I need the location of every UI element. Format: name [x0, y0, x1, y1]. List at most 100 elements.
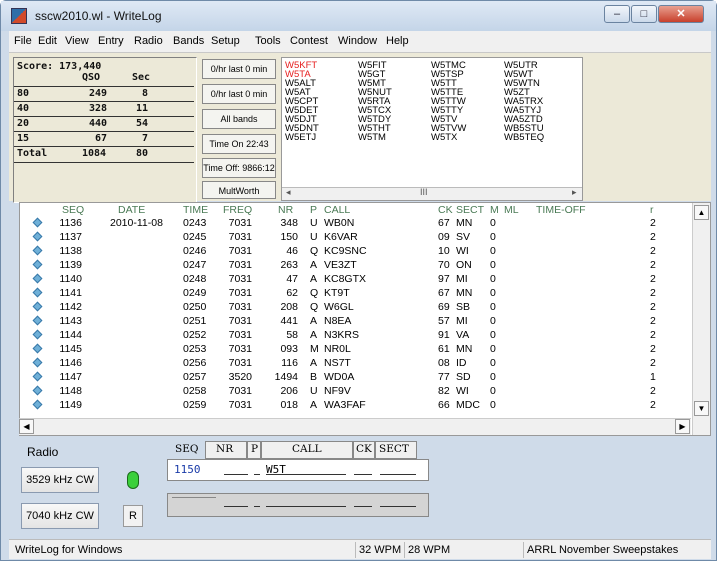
- log-cell: 7031: [228, 287, 252, 299]
- log-cell: 0: [490, 385, 496, 397]
- log-row[interactable]: 1138 0246 7031 46 Q KC9SNC 10 WI 0 2: [20, 245, 692, 257]
- log-row[interactable]: 1136 2010-11-08 0243 7031 348 U WB0N 67 MN 0 2: [20, 217, 692, 229]
- log-row[interactable]: 1139 0247 7031 263 A VE3ZT 70 ON 0 2: [20, 259, 692, 271]
- time-on-button[interactable]: Time On 22:43: [202, 134, 276, 154]
- log-vertical-scrollbar[interactable]: ▲ ▼: [692, 203, 710, 435]
- scroll-right-icon[interactable]: ▶: [675, 419, 690, 434]
- log-row[interactable]: 1145 0253 7031 093 M NR0L 61 MN 0 2: [20, 343, 692, 355]
- menu-contest[interactable]: Contest: [290, 35, 328, 47]
- col-header-sect[interactable]: SECT: [456, 204, 484, 216]
- rate-button-2[interactable]: 0/hr last 0 min: [202, 84, 276, 104]
- menu-edit[interactable]: Edit: [38, 35, 57, 47]
- log-cell: 09: [438, 231, 450, 243]
- log-row[interactable]: 1140 0248 7031 47 A KC8GTX 97 MI 0 2: [20, 273, 692, 285]
- log-cell: 093: [280, 343, 298, 355]
- sect2-field[interactable]: [380, 506, 416, 507]
- scroll-thumb-grip-icon[interactable]: III: [420, 188, 428, 197]
- multworth-button[interactable]: MultWorth: [202, 181, 276, 199]
- log-cell: ID: [456, 357, 467, 369]
- log-row[interactable]: 1147 0257 3520 1494 B WD0A 77 SD 0 1: [20, 371, 692, 383]
- minimize-button[interactable]: –: [604, 5, 630, 23]
- log-cell: U: [310, 231, 318, 243]
- col-header-r[interactable]: r: [650, 204, 654, 216]
- col-header-time[interactable]: TIME: [183, 204, 208, 216]
- menu-help[interactable]: Help: [386, 35, 409, 47]
- log-cell: 441: [280, 315, 298, 327]
- log-row[interactable]: 1146 0256 7031 116 A NS7T 08 ID 0 2: [20, 357, 692, 369]
- col-header-date[interactable]: DATE: [118, 204, 145, 216]
- log-cell: N8EA: [324, 315, 352, 327]
- scroll-left-icon[interactable]: ◂: [286, 188, 291, 197]
- sect-field[interactable]: [380, 474, 416, 475]
- radio2-frequency-button[interactable]: 7040 kHz CW: [21, 503, 99, 529]
- callsign-item[interactable]: W5TX: [431, 133, 503, 143]
- menu-tools[interactable]: Tools: [255, 35, 281, 47]
- col-header-nr[interactable]: NR: [278, 204, 293, 216]
- app-window: sscw2010.wl - WriteLog – □ ✕ File Edit V…: [0, 0, 717, 561]
- ck2-field[interactable]: [354, 506, 372, 507]
- nr2-field[interactable]: [224, 506, 248, 507]
- callsign-item[interactable]: W5ETJ: [285, 133, 357, 143]
- col-header-ml[interactable]: ML: [504, 204, 519, 216]
- menu-setup[interactable]: Setup: [211, 35, 240, 47]
- menu-file[interactable]: File: [14, 35, 32, 47]
- log-cell: WI: [456, 385, 469, 397]
- radio-active-indicator-icon: [127, 471, 139, 489]
- menu-view[interactable]: View: [65, 35, 89, 47]
- scroll-right-icon[interactable]: ▸: [572, 188, 577, 197]
- callsign-horizontal-scrollbar[interactable]: ◂ III ▸: [282, 187, 582, 200]
- log-cell: 7031: [228, 315, 252, 327]
- seq2-field[interactable]: [172, 497, 216, 509]
- log-row[interactable]: 1142 0250 7031 208 Q W6GL 69 SB 0 2: [20, 301, 692, 313]
- log-horizontal-scrollbar[interactable]: ◀ ▶: [19, 418, 691, 435]
- col-header-ck[interactable]: CK: [438, 204, 453, 216]
- log-cell: WB0N: [324, 217, 355, 229]
- scroll-left-icon[interactable]: ◀: [19, 419, 34, 434]
- col-header-m[interactable]: M: [490, 204, 499, 216]
- col-header-seq[interactable]: SEQ: [62, 204, 84, 216]
- log-row[interactable]: 1148 0258 7031 206 U NF9V 82 WI 0 2: [20, 385, 692, 397]
- log-cell: 208: [280, 301, 298, 313]
- menu-entry[interactable]: Entry: [98, 35, 124, 47]
- menu-radio[interactable]: Radio: [134, 35, 163, 47]
- radio-r-indicator[interactable]: R: [123, 505, 143, 527]
- nr-field[interactable]: [224, 474, 248, 475]
- scroll-down-icon[interactable]: ▼: [694, 401, 709, 416]
- col-header-time-off[interactable]: TIME-OFF: [536, 204, 586, 216]
- rate-button-1[interactable]: 0/hr last 0 min: [202, 59, 276, 79]
- log-row[interactable]: 1137 0245 7031 150 U K6VAR 09 SV 0 2: [20, 231, 692, 243]
- time-off-button[interactable]: Time Off: 9866:12: [202, 158, 276, 178]
- p2-field[interactable]: [254, 506, 260, 507]
- log-cell: 0248: [183, 273, 207, 285]
- close-button[interactable]: ✕: [658, 5, 704, 23]
- col-header-freq[interactable]: FREQ: [223, 204, 252, 216]
- log-row[interactable]: 1149 0259 7031 018 A WA3FAF 66 MDC 0 2: [20, 399, 692, 411]
- entry-fields-row-2: [167, 493, 429, 517]
- scroll-up-icon[interactable]: ▲: [694, 205, 709, 220]
- log-cell: 0: [490, 231, 496, 243]
- call2-field[interactable]: [266, 506, 346, 507]
- col-header-call[interactable]: CALL: [324, 204, 350, 216]
- callsign-item[interactable]: W5TM: [358, 133, 430, 143]
- p-field[interactable]: [254, 474, 260, 475]
- ck-field[interactable]: [354, 474, 372, 475]
- log-row[interactable]: 1143 0251 7031 441 A N8EA 57 MI 0 2: [20, 315, 692, 327]
- window-title: sscw2010.wl - WriteLog: [35, 9, 162, 23]
- score-title: Score: 173,440: [17, 61, 102, 72]
- menu-window[interactable]: Window: [338, 35, 377, 47]
- menu-bands[interactable]: Bands: [173, 35, 204, 47]
- log-cell: 0249: [183, 287, 207, 299]
- log-row[interactable]: 1144 0252 7031 58 A N3KRS 91 VA 0 2: [20, 329, 692, 341]
- callsign-item[interactable]: WB5TEQ: [504, 133, 576, 143]
- score-band: Total: [17, 148, 48, 159]
- log-cell: 1144: [59, 329, 82, 341]
- log-cell: 2: [650, 259, 656, 271]
- radio1-frequency-button[interactable]: 3529 kHz CW: [21, 467, 99, 493]
- callsign-check-panel: W5KFT W5TA W5ALT W5AT W5CPT W5DET W5DJT …: [281, 57, 583, 201]
- col-header-p[interactable]: P: [310, 204, 317, 216]
- log-row[interactable]: 1141 0249 7031 62 Q KT9T 67 MN 0 2: [20, 287, 692, 299]
- log-cell: 1141: [59, 287, 82, 299]
- log-cell: W6GL: [324, 301, 354, 313]
- maximize-button[interactable]: □: [631, 5, 657, 23]
- all-bands-button[interactable]: All bands: [202, 109, 276, 129]
